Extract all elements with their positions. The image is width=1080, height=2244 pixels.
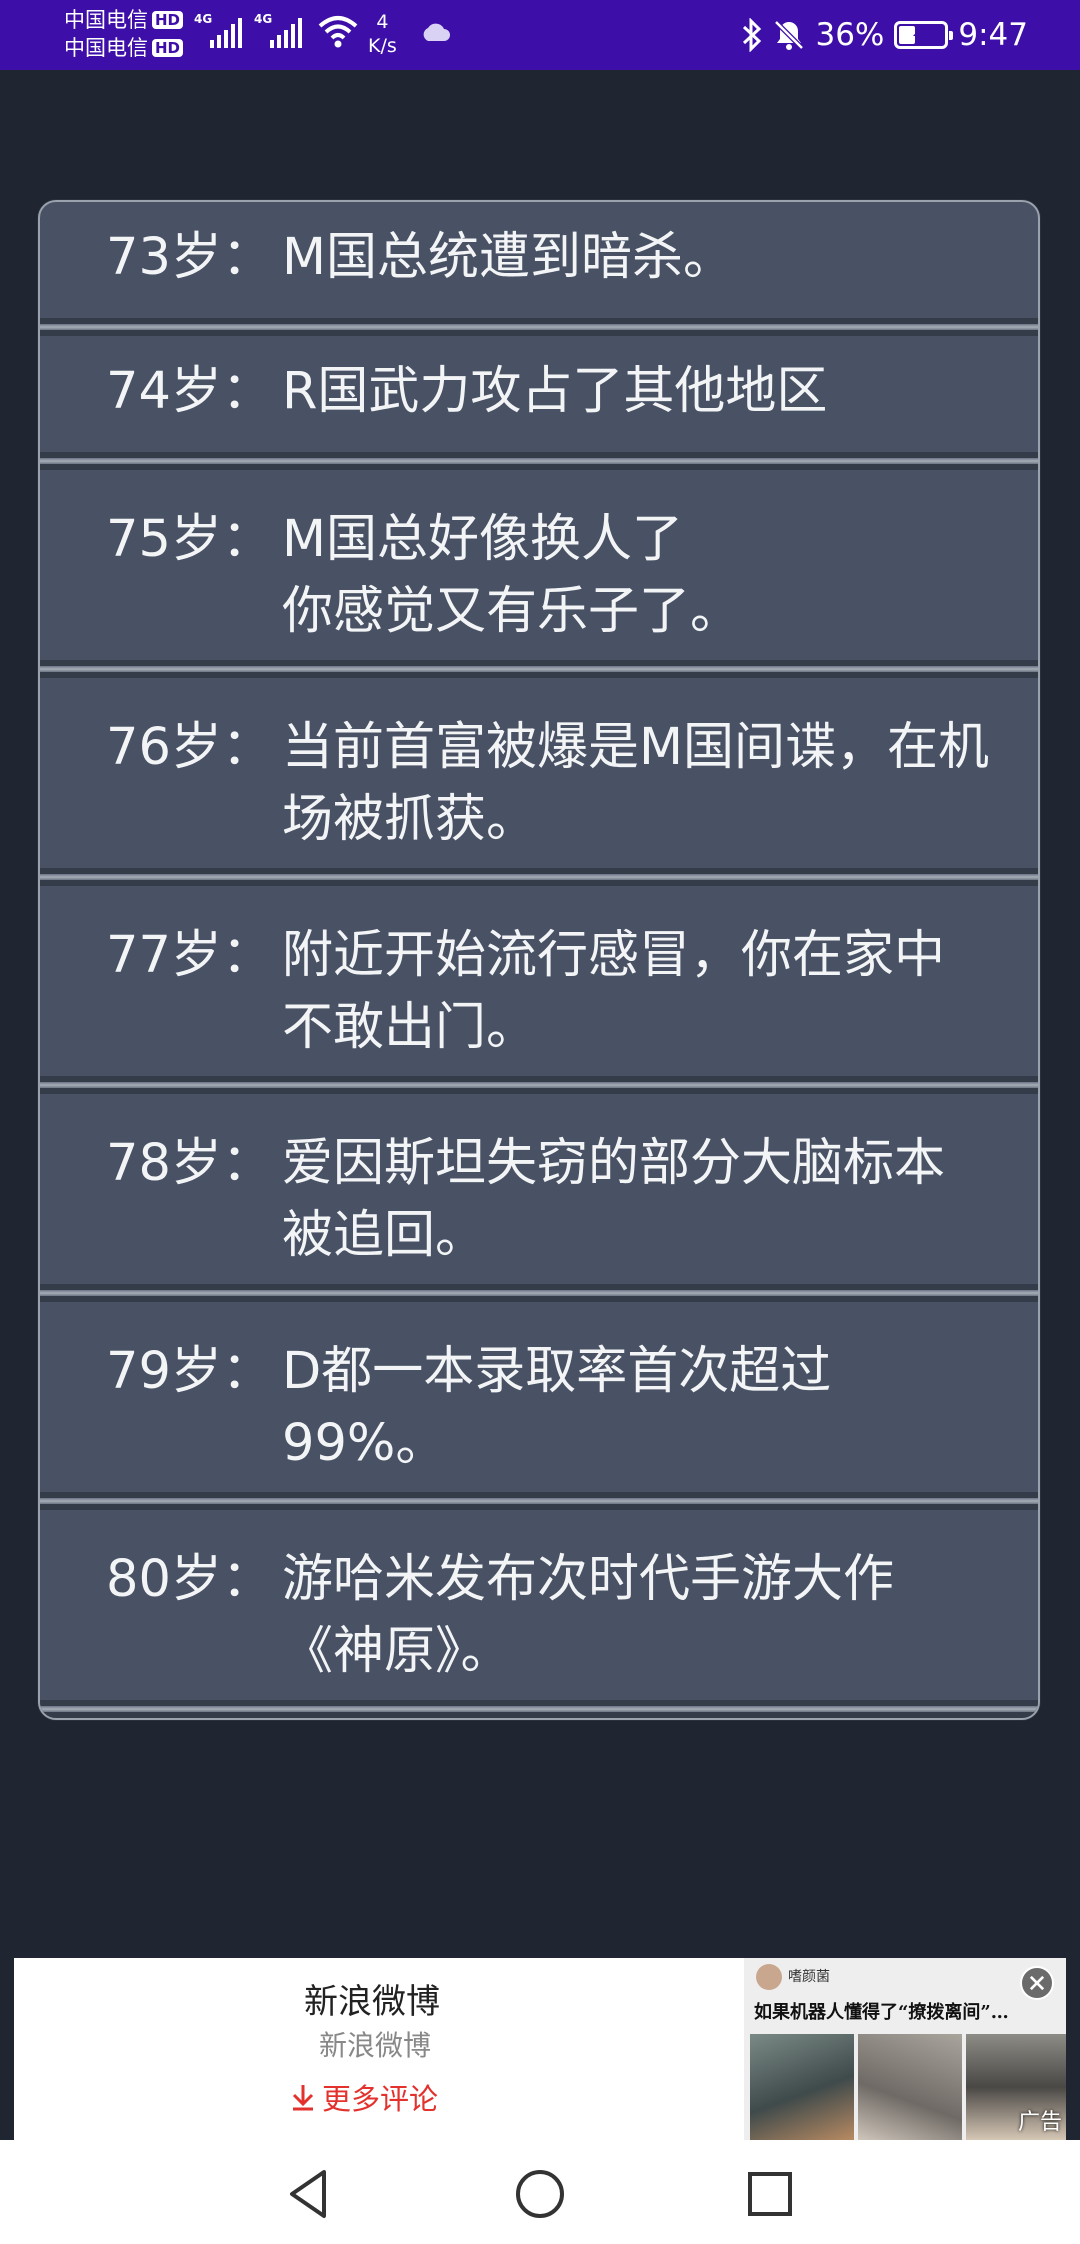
age-label: 79岁： — [106, 1342, 273, 1401]
carrier-2-label: 中国电信 — [64, 36, 148, 60]
status-bar: 中国电信 HD 中国电信 HD 4G 4G 4 K/s 36% 9:47 — [0, 0, 1080, 70]
life-timeline-card[interactable]: 73岁： M国总统遭到暗杀。 74岁： R国武力攻占了其他地区 75岁： M国总… — [38, 200, 1040, 1720]
battery-icon — [894, 21, 954, 49]
ad-thumbnail — [858, 2034, 962, 2140]
download-arrow-icon — [292, 2085, 314, 2111]
timeline-row: 79岁： D都一本录取率首次超过99%。 — [40, 1302, 1038, 1510]
event-text: M国总好像换人了 你感觉又有乐子了。 — [282, 510, 742, 641]
age-label: 80岁： — [106, 1550, 273, 1609]
age-label: 78岁： — [106, 1134, 273, 1193]
bluetooth-icon — [743, 18, 762, 52]
event-text: R国武力攻占了其他地区 — [282, 362, 828, 421]
hd-badge: HD — [152, 11, 184, 29]
ad-label: 广告 — [1017, 2110, 1062, 2135]
recents-icon[interactable] — [742, 2166, 798, 2222]
hd-badge: HD — [152, 39, 184, 57]
ad-preview-card[interactable]: 嗜颜菌 如果机器人懂得了“撩拨离间”… 广告 — [744, 1958, 1066, 2140]
event-text: M国总统遭到暗杀。 — [282, 228, 735, 287]
system-navigation-bar — [0, 2140, 1080, 2244]
back-icon[interactable] — [280, 2166, 336, 2222]
ad-title: 新浪微博 — [304, 1982, 440, 2022]
battery-percent: 36% — [815, 17, 885, 53]
ad-subtitle: 新浪微博 — [319, 2029, 432, 2062]
age-label: 74岁： — [106, 362, 273, 421]
speed-unit: K/s — [368, 35, 397, 57]
timeline-row: 75岁： M国总好像换人了 你感觉又有乐子了。 — [40, 470, 1038, 678]
timeline-row: 76岁： 当前首富被爆是M国间谍，在机场被抓获。 — [40, 678, 1038, 886]
timeline-row: 80岁： 游哈米发布次时代手游大作《神原》。 — [40, 1510, 1038, 1718]
age-label: 77岁： — [106, 926, 273, 985]
close-icon[interactable] — [1020, 1966, 1054, 2000]
more-comments-link[interactable]: 更多评论 — [290, 2076, 438, 2118]
timeline-row: 74岁： R国武力攻占了其他地区 — [40, 336, 1038, 470]
ad-banner[interactable]: 新浪微博 新浪微博 更多评论 嗜颜菌 如果机器人懂得了“撩拨离间”… 广告 — [14, 1958, 1066, 2140]
timeline-row: 73岁： M国总统遭到暗杀。 — [40, 202, 1038, 336]
event-text: 附近开始流行感冒，你在家中不敢出门。 — [282, 926, 946, 1057]
home-icon[interactable] — [512, 2166, 568, 2222]
cloud-icon — [423, 23, 450, 41]
more-comments-label: 更多评论 — [322, 2082, 439, 2116]
clock: 9:47 — [958, 17, 1028, 53]
ad-thumbnail — [750, 2034, 854, 2140]
avatar — [756, 1964, 782, 1990]
event-text: D都一本录取率首次超过99%。 — [282, 1342, 832, 1473]
speed-value: 4 — [376, 11, 389, 33]
event-text: 当前首富被爆是M国间谍，在机场被抓获。 — [282, 718, 990, 849]
wifi-icon — [318, 16, 358, 48]
timeline-row: 77岁： 附近开始流行感冒，你在家中不敢出门。 — [40, 886, 1038, 1094]
carrier-1-label: 中国电信 — [64, 8, 148, 32]
timeline-row: 78岁： 爱因斯坦失窃的部分大脑标本被追回。 — [40, 1094, 1038, 1302]
carrier-info: 中国电信 HD 中国电信 HD — [64, 6, 184, 62]
network-speed: 4 K/s — [368, 10, 397, 58]
age-label: 73岁： — [106, 228, 273, 287]
ad-headline: 如果机器人懂得了“撩拨离间”… — [754, 2002, 1009, 2023]
age-label: 76岁： — [106, 718, 273, 777]
event-text: 爱因斯坦失窃的部分大脑标本被追回。 — [282, 1134, 946, 1265]
event-text: 游哈米发布次时代手游大作《神原》。 — [282, 1550, 895, 1681]
mute-bell-icon — [774, 20, 805, 50]
age-label: 75岁： — [106, 510, 273, 569]
ad-author: 嗜颜菌 — [788, 1969, 830, 1985]
